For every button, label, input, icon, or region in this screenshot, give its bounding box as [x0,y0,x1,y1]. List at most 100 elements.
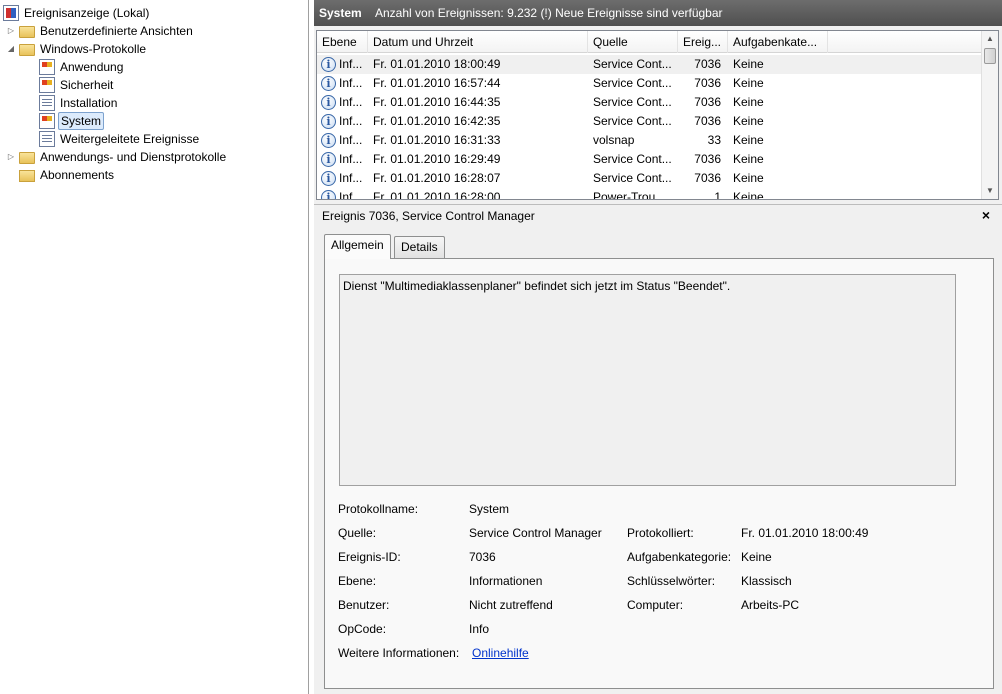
cell-source: Service Cont... [593,114,672,128]
cell-event-id: 33 [707,133,721,147]
collapse-arrow-icon[interactable]: ◢ [6,44,16,54]
table-row[interactable]: i Inf... Fr. 01.01.2010 16:44:35 Service Co… [317,93,982,112]
info-icon: i [321,95,336,110]
scroll-up-icon[interactable]: ▲ [982,31,998,47]
tree-item-windows-logs[interactable]: ◢ Windows-Protokolle [6,40,148,58]
scroll-down-icon[interactable]: ▼ [982,183,998,199]
cell-level: Inf... [339,133,363,147]
cell-level: Inf... [339,76,363,90]
vertical-scrollbar[interactable]: ▲ ▼ [981,31,998,199]
cell-datetime: Fr. 01.01.2010 16:31:33 [373,133,501,147]
online-help-link[interactable]: Onlinehilfe [472,646,529,660]
log-icon [39,77,55,93]
tree-item-installation[interactable]: Installation [39,94,119,112]
label-computer: Computer: [627,598,684,612]
table-row[interactable]: i Inf... Fr. 01.01.2010 16:29:49 Service Co… [317,150,982,169]
value-computer: Arbeits-PC [741,598,800,612]
info-icon: i [321,57,336,72]
table-row[interactable]: i Inf... Fr. 01.01.2010 16:42:35 Service Co… [317,112,982,131]
tree-item-app-service-logs[interactable]: ▷ Anwendungs- und Dienstprotokolle [6,148,228,166]
cell-source: volsnap [593,133,635,147]
tab-details[interactable]: Details [394,236,445,258]
event-detail-pane: Ereignis 7036, Service Control Manager ×… [314,204,1002,694]
expand-arrow-icon[interactable]: ▷ [6,152,16,162]
tree-item-application[interactable]: Anwendung [39,58,125,76]
tree-item-subscriptions[interactable]: Abonnements [19,166,116,184]
label-source: Quelle: [338,526,377,540]
cell-datetime: Fr. 01.01.2010 16:28:07 [373,171,501,185]
tab-panel-general: Dienst "Multimediaklassenplaner" befinde… [324,258,994,689]
cell-task-category: Keine [733,171,764,185]
info-icon: i [321,190,336,199]
log-pane: System Anzahl von Ereignissen: 9.232 (!)… [314,0,1002,694]
cell-datetime: Fr. 01.01.2010 16:42:35 [373,114,501,128]
value-level: Informationen [469,574,543,588]
cell-task-category: Keine [733,114,764,128]
cell-source: Service Cont... [593,95,672,109]
event-detail-title: Ereignis 7036, Service Control Manager [322,209,535,223]
value-log-name: System [469,502,510,516]
table-row[interactable]: i Inf... Fr. 01.01.2010 16:28:07 Service Co… [317,169,982,188]
log-header: System Anzahl von Ereignissen: 9.232 (!)… [314,0,1002,26]
label-log-name: Protokollname: [338,502,419,516]
table-row[interactable]: i Inf... Fr. 01.01.2010 16:31:33 volsnap 33 K… [317,131,982,150]
value-source: Service Control Manager [469,526,602,540]
event-description[interactable]: Dienst "Multimediaklassenplaner" befinde… [339,274,956,486]
cell-source: Service Cont... [593,152,672,166]
log-icon [39,131,55,147]
label-user: Benutzer: [338,598,390,612]
cell-event-id: 7036 [694,152,721,166]
close-icon[interactable]: × [982,207,990,223]
tab-general[interactable]: Allgemein [324,234,391,259]
label-logged: Protokolliert: [627,526,694,540]
cell-task-category: Keine [733,190,764,200]
tree-item-forwarded-events[interactable]: Weitergeleitete Ereignisse [39,130,201,148]
column-level[interactable]: Ebene [317,31,368,53]
navigation-tree: Ereignisanzeige (Lokal) ▷ Benutzerdefini… [0,0,309,694]
info-icon: i [321,76,336,91]
cell-event-id: 7036 [694,171,721,185]
column-datetime[interactable]: Datum und Uhrzeit [368,31,588,53]
cell-source: Service Cont... [593,76,672,90]
table-row[interactable]: i Inf... Fr. 01.01.2010 16:57:44 Service Co… [317,74,982,93]
expand-arrow-icon[interactable]: ▷ [6,26,16,36]
label-more-info: Weitere Informationen: [338,646,460,660]
cell-level: Inf... [339,95,363,109]
tree-root-event-viewer[interactable]: Ereignisanzeige (Lokal) [3,4,151,22]
column-header: Ebene Datum und Uhrzeit Quelle Ereig... … [317,31,982,53]
cell-datetime: Fr. 01.01.2010 16:57:44 [373,76,501,90]
cell-datetime: Fr. 01.01.2010 18:00:49 [373,57,501,71]
table-row[interactable]: i Inf... Fr. 01.01.2010 18:00:49 Service Co… [317,55,982,74]
cell-event-id: 7036 [694,95,721,109]
label-level: Ebene: [338,574,377,588]
subscription-icon [19,170,35,182]
event-list[interactable]: Ebene Datum und Uhrzeit Quelle Ereig... … [316,30,999,200]
table-row[interactable]: i Inf... Fr. 01.01.2010 16:28:00 Power-Trou… [317,188,982,200]
label-event-id: Ereignis-ID: [338,550,401,564]
value-user: Nicht zutreffend [469,598,553,612]
tree-item-system[interactable]: System [39,112,105,130]
cell-source: Power-Trou... [593,190,666,200]
cell-event-id: 7036 [694,114,721,128]
info-icon: i [321,171,336,186]
cell-level: Inf... [339,57,363,71]
cell-datetime: Fr. 01.01.2010 16:44:35 [373,95,501,109]
log-icon [39,113,55,129]
column-event-id[interactable]: Ereig... [678,31,728,53]
info-icon: i [321,133,336,148]
label-keywords: Schlüsselwörter: [627,574,716,588]
column-task-category[interactable]: Aufgabenkate... [728,31,828,53]
cell-task-category: Keine [733,152,764,166]
scroll-thumb[interactable] [984,48,996,64]
value-event-id: 7036 [469,550,496,564]
cell-task-category: Keine [733,95,764,109]
cell-level: Inf... [339,171,363,185]
info-icon: i [321,152,336,167]
tree-item-custom-views[interactable]: ▷ Benutzerdefinierte Ansichten [6,22,195,40]
log-icon [39,59,55,75]
tree-item-security[interactable]: Sicherheit [39,76,115,94]
event-viewer-icon [3,5,19,21]
cell-datetime: Fr. 01.01.2010 16:29:49 [373,152,501,166]
cell-datetime: Fr. 01.01.2010 16:28:00 [373,190,501,200]
column-source[interactable]: Quelle [588,31,678,53]
